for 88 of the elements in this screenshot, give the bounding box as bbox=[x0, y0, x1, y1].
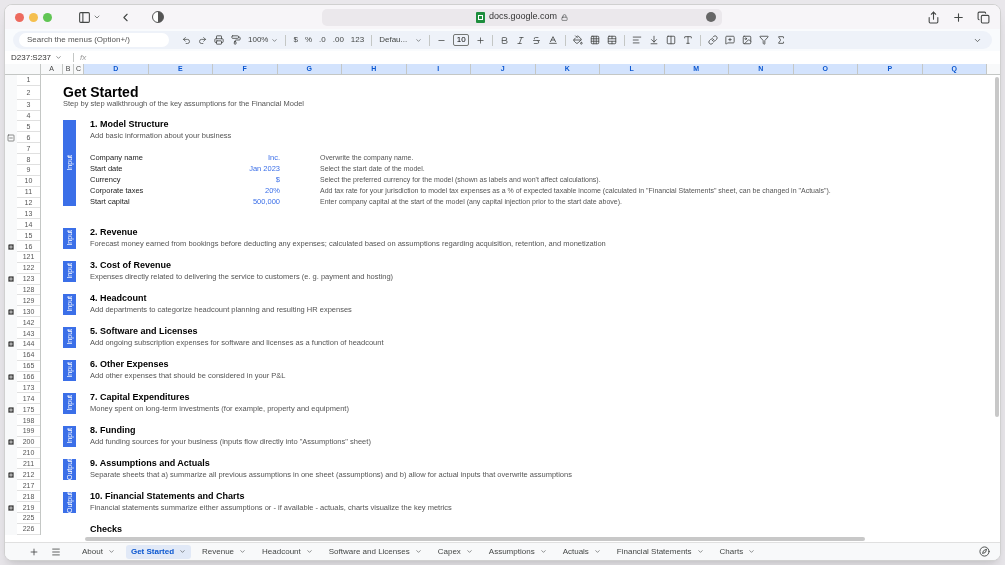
section-title: 8. Funding bbox=[90, 426, 136, 435]
caret-icon bbox=[465, 548, 473, 555]
section-title: 1. Model Structure bbox=[90, 120, 169, 129]
caret-icon bbox=[696, 548, 704, 555]
caret-icon bbox=[415, 36, 423, 44]
text-color-icon[interactable] bbox=[548, 35, 559, 45]
formula-label: fx bbox=[80, 51, 87, 64]
expand-group-icon[interactable] bbox=[7, 242, 15, 251]
expand-group-icon[interactable] bbox=[7, 340, 15, 349]
align-left-icon[interactable] bbox=[632, 35, 643, 45]
section-title: 6. Other Expenses bbox=[90, 360, 169, 369]
decrease-decimal-button[interactable]: .0 bbox=[319, 34, 326, 46]
caret-icon bbox=[271, 36, 279, 44]
fill-color-icon[interactable] bbox=[573, 35, 584, 45]
caret-icon bbox=[305, 548, 313, 555]
caret-icon bbox=[748, 548, 756, 555]
bold-icon[interactable] bbox=[500, 35, 510, 45]
sheet-tab[interactable]: Charts bbox=[714, 544, 761, 559]
vertical-scrollbar[interactable] bbox=[995, 77, 999, 417]
plus-icon[interactable] bbox=[476, 35, 486, 45]
tabs-overview-icon[interactable] bbox=[977, 10, 990, 24]
text-rotation-icon[interactable] bbox=[683, 35, 694, 45]
caret-icon bbox=[239, 548, 247, 555]
section-title: 10. Financial Statements and Charts bbox=[90, 492, 245, 501]
currency-format-button[interactable]: $ bbox=[293, 34, 298, 46]
sheet-tab[interactable]: Headcount bbox=[257, 544, 318, 559]
section-title: 9. Assumptions and Actuals bbox=[90, 459, 210, 468]
comment-icon[interactable] bbox=[725, 35, 736, 45]
explore-icon[interactable] bbox=[979, 546, 990, 557]
undo-icon[interactable] bbox=[182, 35, 191, 45]
caret-icon bbox=[55, 54, 63, 61]
sidebar-icon[interactable] bbox=[78, 10, 91, 24]
horizontal-scrollbar[interactable] bbox=[85, 536, 865, 541]
strikethrough-icon[interactable] bbox=[532, 35, 542, 45]
sheet-title: Get Started bbox=[63, 85, 139, 99]
add-sheet-icon[interactable] bbox=[29, 546, 39, 557]
section-title: 4. Headcount bbox=[90, 294, 147, 303]
caret-icon bbox=[539, 548, 547, 555]
section-title: 3. Cost of Revenue bbox=[90, 261, 172, 270]
search-menus-field[interactable]: Search the menus (Option+/) bbox=[19, 33, 169, 47]
address-bar[interactable]: docs.google.com bbox=[322, 8, 722, 26]
borders-icon[interactable] bbox=[590, 35, 601, 45]
font-dropdown[interactable]: Defau... bbox=[379, 34, 423, 46]
all-sheets-icon[interactable] bbox=[51, 546, 61, 557]
functions-icon[interactable] bbox=[776, 35, 787, 45]
caret-icon bbox=[414, 548, 422, 555]
sheet-tab[interactable]: About bbox=[77, 544, 120, 559]
new-tab-icon[interactable] bbox=[952, 10, 965, 24]
section-title: 2. Revenue bbox=[90, 228, 138, 237]
section-title: Checks bbox=[90, 525, 123, 534]
sheets-logo-icon bbox=[475, 11, 485, 23]
caret-icon bbox=[107, 548, 115, 555]
share-icon[interactable] bbox=[927, 10, 940, 24]
caret-icon bbox=[593, 548, 601, 555]
expand-group-icon[interactable] bbox=[7, 405, 15, 414]
font-size-field[interactable]: 10 bbox=[453, 34, 470, 46]
redo-icon[interactable] bbox=[198, 35, 207, 45]
chevron-down-icon[interactable] bbox=[93, 13, 101, 21]
sheet-tab[interactable]: Capex bbox=[432, 544, 478, 559]
link-icon[interactable] bbox=[708, 35, 719, 45]
name-box[interactable]: D237:S237 bbox=[11, 51, 67, 64]
lock-icon bbox=[561, 13, 568, 21]
merge-cells-icon[interactable] bbox=[607, 35, 618, 45]
sheet-tab[interactable]: Get Started bbox=[125, 544, 192, 559]
expand-group-icon[interactable] bbox=[7, 307, 15, 316]
sheet-tab[interactable]: Assumptions bbox=[483, 544, 552, 559]
expand-group-icon[interactable] bbox=[7, 275, 15, 284]
print-icon[interactable] bbox=[214, 35, 224, 45]
expand-group-icon[interactable] bbox=[7, 503, 15, 512]
italic-icon[interactable] bbox=[516, 35, 526, 45]
section-title: 7. Capital Expenditures bbox=[90, 393, 190, 402]
sheet-tab[interactable]: Financial Statements bbox=[611, 544, 709, 559]
caret-icon bbox=[179, 548, 187, 555]
sheet-tab[interactable]: Software and Licenses bbox=[323, 544, 427, 559]
url-text: docs.google.com bbox=[488, 10, 557, 24]
section-title: 5. Software and Licenses bbox=[90, 327, 198, 336]
more-formats-button[interactable]: 123 bbox=[350, 34, 365, 46]
collapse-group-icon[interactable] bbox=[7, 133, 15, 142]
percent-format-button[interactable]: % bbox=[304, 34, 313, 46]
paint-format-icon[interactable] bbox=[231, 35, 241, 45]
expand-group-icon[interactable] bbox=[7, 438, 15, 447]
expand-group-icon[interactable] bbox=[7, 470, 15, 479]
filter-icon[interactable] bbox=[759, 35, 770, 45]
increase-decimal-button[interactable]: .00 bbox=[332, 34, 344, 46]
expand-group-icon[interactable] bbox=[7, 373, 15, 382]
sheet-tab[interactable]: Revenue bbox=[197, 544, 252, 559]
sheet-tab[interactable]: Actuals bbox=[557, 544, 606, 559]
zoom-dropdown[interactable]: 100% bbox=[248, 34, 279, 46]
